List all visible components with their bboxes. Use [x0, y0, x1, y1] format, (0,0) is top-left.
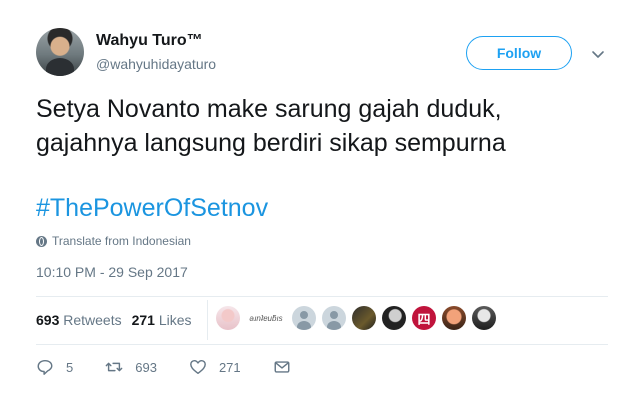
message-button[interactable] — [273, 358, 291, 376]
translate-label: Translate from Indonesian — [52, 234, 191, 248]
retweet-button[interactable]: 693 — [105, 358, 157, 376]
tweet-timestamp[interactable]: 10:10 PM - 29 Sep 2017 — [36, 264, 188, 280]
retweet-count: 693 — [135, 359, 157, 375]
liker-avatar[interactable] — [292, 306, 316, 330]
retweets-count: 693 — [36, 312, 60, 328]
retweet-icon — [105, 362, 123, 372]
likes-label: Likes — [158, 312, 192, 328]
retweets-stat[interactable]: 693 Retweets — [36, 312, 122, 328]
liker-avatar[interactable] — [216, 306, 240, 330]
liker-avatar[interactable] — [382, 306, 406, 330]
retweets-label: Retweets — [63, 312, 122, 328]
liker-signature: ǝɹnʇɐuƃıs — [249, 313, 283, 323]
heart-icon — [190, 359, 206, 375]
author-name[interactable]: Wahyu Turo™ — [96, 32, 203, 50]
envelope-icon — [274, 361, 290, 373]
liker-avatar[interactable]: ǝɹnʇɐuƃıs — [246, 306, 286, 330]
tweet-text-line: gajahnya langsung berdiri sikap sempurna — [36, 129, 506, 157]
globe-icon — [36, 235, 47, 247]
follow-button[interactable]: Follow — [466, 36, 572, 70]
liker-avatars: ǝɹnʇɐuƃıs 四 — [216, 306, 496, 330]
tweet-text: Setya Novanto make sarung gajah duduk, g… — [36, 92, 616, 160]
divider — [36, 296, 608, 297]
likes-stat[interactable]: 271 Likes — [132, 312, 192, 328]
divider — [36, 344, 608, 345]
reply-count: 5 — [66, 359, 74, 375]
liker-avatar[interactable] — [322, 306, 346, 330]
tweet-actions: 5 693 271 — [36, 358, 291, 376]
author-avatar[interactable] — [36, 28, 84, 76]
liker-avatar[interactable] — [442, 306, 466, 330]
liker-avatar[interactable] — [472, 306, 496, 330]
hashtag-link[interactable]: #ThePowerOfSetnov — [36, 194, 268, 223]
stats-separator — [207, 300, 208, 340]
liker-avatar[interactable]: 四 — [412, 306, 436, 330]
tweet-card: Wahyu Turo™ @wahyuhidayaturo Follow Sety… — [0, 0, 640, 405]
liker-avatar[interactable] — [352, 306, 376, 330]
tweet-stats: 693 Retweets 271 Likes — [36, 312, 192, 328]
author-handle[interactable]: @wahyuhidayaturo — [96, 56, 216, 72]
chevron-down-icon[interactable] — [588, 44, 608, 64]
kanji-badge: 四 — [417, 311, 431, 327]
translate-link[interactable]: Translate from Indonesian — [36, 234, 191, 248]
like-count: 271 — [218, 359, 241, 375]
tweet-text-line: Setya Novanto make sarung gajah duduk, — [36, 95, 502, 123]
reply-button[interactable]: 5 — [36, 358, 73, 376]
like-button[interactable]: 271 — [189, 358, 241, 376]
reply-icon — [37, 359, 53, 375]
likes-count: 271 — [131, 312, 155, 328]
